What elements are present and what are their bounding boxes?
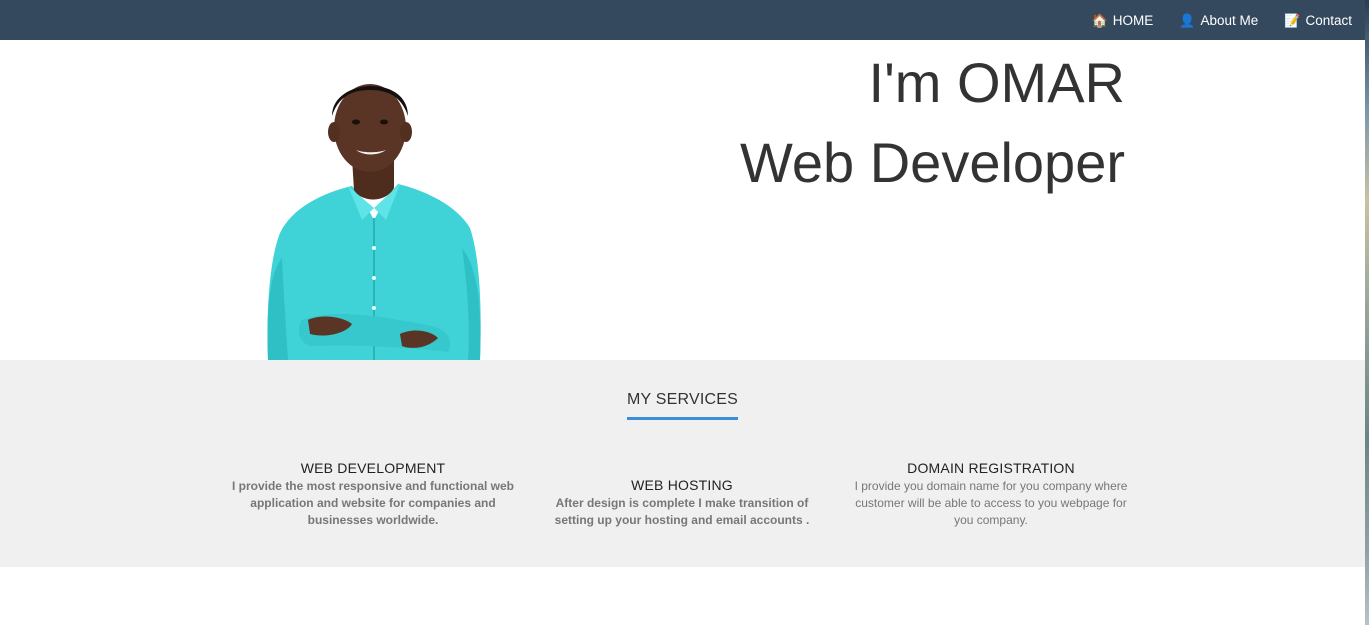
services-heading: MY SERVICES — [0, 391, 1365, 420]
house-icon: 🏠 — [1091, 12, 1108, 28]
nav-contact-label: Contact — [1305, 12, 1352, 28]
service-title: WEB HOSTING — [631, 477, 733, 493]
service-description: I provide the most responsive and functi… — [231, 479, 515, 527]
nav-about-label: About Me — [1200, 12, 1259, 28]
service-domain-registration: DOMAIN REGISTRATION I provide you domain… — [846, 460, 1136, 529]
nav-about-link[interactable]: 👤 About Me — [1179, 13, 1258, 28]
portrait-photo — [267, 84, 481, 360]
memo-icon: 📝 — [1284, 12, 1301, 28]
service-description: I provide you domain name for you compan… — [854, 479, 1128, 527]
service-description: After design is complete I make transiti… — [554, 496, 810, 527]
hero-section: I'm OMAR Web Developer — [0, 40, 1365, 360]
person-icon: 👤 — [1179, 12, 1196, 28]
service-web-development: WEB DEVELOPMENT I provide the most respo… — [228, 460, 518, 529]
services-heading-text: MY SERVICES — [627, 391, 738, 420]
nav-home-link[interactable]: 🏠 HOME — [1092, 13, 1154, 28]
services-section: MY SERVICES WEB DEVELOPMENT I provide th… — [0, 360, 1365, 567]
nav-home-label: HOME — [1112, 12, 1154, 28]
service-web-hosting: WEB HOSTING After design is complete I m… — [537, 477, 827, 529]
hero-title: I'm OMAR — [868, 51, 1125, 114]
service-title: DOMAIN REGISTRATION — [907, 460, 1075, 476]
nav-contact-link[interactable]: 📝 Contact — [1284, 13, 1352, 28]
service-title: WEB DEVELOPMENT — [300, 460, 446, 476]
top-navbar: 🏠 HOME 👤 About Me 📝 Contact — [0, 0, 1365, 40]
nav-links: 🏠 HOME 👤 About Me 📝 Contact — [1092, 0, 1352, 40]
window-edge-strip — [1365, 0, 1369, 625]
hero-subtitle: Web Developer — [740, 131, 1125, 194]
